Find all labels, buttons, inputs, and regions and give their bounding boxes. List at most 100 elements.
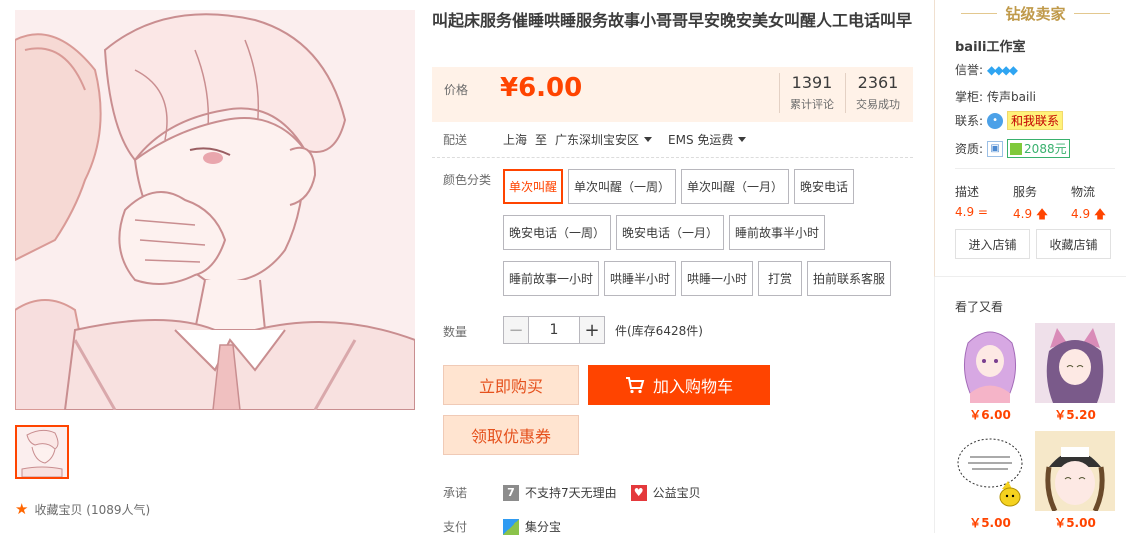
reviews-stat[interactable]: 1391 累计评论 — [779, 73, 845, 112]
sku-option[interactable]: 晚安电话 — [794, 169, 854, 204]
quantity-stepper: − 1 + 件(库存6428件) — [503, 316, 703, 344]
keeper-row: 掌柜: 传声baili — [955, 88, 1036, 105]
recommended-item-price: ￥5.00 — [969, 516, 1011, 530]
chevron-down-icon — [738, 137, 747, 142]
score-description: 描述 4.9 = — [955, 183, 988, 219]
divider — [955, 168, 1115, 169]
main-product-image[interactable] — [15, 10, 415, 410]
deposit-amount: 2088元 — [1024, 142, 1067, 156]
favorite-label: 收藏宝贝 (1089人气) — [34, 502, 151, 517]
reviews-label: 累计评论 — [790, 98, 834, 111]
equal-icon: = — [977, 205, 988, 219]
contact-row: 联系: • 和我联系 — [955, 111, 1064, 130]
decrease-button[interactable]: − — [503, 316, 529, 344]
score-label: 物流 — [1071, 185, 1096, 199]
qual-label: 资质: — [955, 142, 984, 156]
arrow-up-icon: 🡅 — [1093, 207, 1107, 221]
reviews-count: 1391 — [791, 73, 833, 92]
stock-text: 件(库存6428件) — [615, 323, 703, 338]
promise-row: 承诺 7 不支持7天无理由 ♥ 公益宝贝 — [443, 484, 701, 501]
favorite-shop-button[interactable]: 收藏店铺 — [1036, 229, 1111, 259]
promise-item[interactable]: 公益宝贝 — [653, 484, 701, 501]
jifenbao-icon — [503, 518, 519, 535]
cart-icon — [625, 377, 645, 394]
arrow-up-icon: 🡅 — [1035, 207, 1049, 221]
shipping-method-dropdown[interactable]: EMS 免运费 — [668, 131, 747, 148]
ship-to-word: 至 — [535, 133, 548, 147]
sku-option[interactable]: 拍前联系客服 — [807, 261, 891, 296]
score-logistics: 物流 4.9 🡅 — [1071, 183, 1106, 226]
promise-item[interactable]: 不支持7天无理由 — [525, 484, 617, 501]
diamond-icon: ◆◆◆◆ — [987, 62, 1018, 77]
increase-button[interactable]: + — [579, 316, 605, 344]
sku-option[interactable]: 单次叫醒 — [503, 169, 563, 204]
sku-label: 颜色分类 — [443, 173, 492, 187]
get-coupon-button[interactable]: 领取优惠券 — [443, 415, 579, 455]
recommended-item-price: ￥6.00 — [969, 408, 1011, 422]
shop-name[interactable]: baili工作室 — [955, 36, 1025, 55]
qualification-row: 资质: ▣ 2088元 — [955, 139, 1070, 158]
deposit-badge[interactable]: 2088元 — [1007, 139, 1070, 158]
credit-label: 信誉: — [955, 63, 984, 77]
divider — [432, 157, 913, 158]
ship-from: 上海 — [503, 133, 528, 147]
recommended-item-price: ￥5.00 — [1054, 516, 1096, 530]
seller-level: 钻级卖家 — [1005, 4, 1066, 23]
add-to-cart-label: 加入购物车 — [652, 377, 733, 396]
deals-label: 交易成功 — [856, 98, 900, 111]
contact-label: 联系: — [955, 114, 984, 128]
promise-label: 承诺 — [443, 486, 468, 500]
sku-option[interactable]: 单次叫醒（一月） — [681, 169, 789, 204]
score-value: 4.9 — [1071, 207, 1091, 221]
ship-to: 广东深圳宝安区 — [555, 133, 640, 147]
price-value: ¥6.00 — [500, 73, 583, 103]
quantity-label: 数量 — [443, 325, 468, 339]
sku-option[interactable]: 睡前故事半小时 — [729, 215, 825, 250]
also-viewed-title: 看了又看 — [955, 300, 1004, 314]
payment-label: 支付 — [443, 520, 468, 534]
score-value: 4.9 — [955, 205, 975, 219]
id-card-icon[interactable]: ▣ — [987, 140, 1004, 157]
seller-badge: 钻级卖家 — [945, 0, 1126, 26]
sku-option[interactable]: 打赏 — [758, 261, 802, 296]
recommended-item-image[interactable] — [950, 323, 1030, 403]
add-to-cart-button[interactable]: 加入购物车 — [588, 365, 770, 405]
charity-heart-icon: ♥ — [630, 484, 647, 501]
price-label: 价格 — [444, 83, 469, 97]
deposit-icon — [1010, 142, 1023, 155]
quantity-input[interactable]: 1 — [529, 316, 579, 344]
credit-row: 信誉: ◆◆◆◆ — [955, 61, 1018, 78]
recommended-item-image[interactable] — [1035, 323, 1115, 403]
ship-to-dropdown[interactable]: 广东深圳宝安区 — [555, 131, 653, 148]
recommended-item-image[interactable] — [950, 431, 1030, 511]
shipping-label: 配送 — [443, 133, 468, 147]
star-icon: ★ — [15, 500, 29, 518]
payment-item: 集分宝 — [525, 520, 562, 534]
shipping-method: EMS 免运费 — [668, 133, 734, 147]
seven-day-icon: 7 — [503, 484, 519, 501]
contact-button[interactable]: 和我联系 — [1007, 111, 1064, 130]
score-service: 服务 4.9 🡅 — [1013, 183, 1048, 226]
score-label: 描述 — [955, 185, 980, 199]
sku-option[interactable]: 哄睡一小时 — [681, 261, 753, 296]
sku-option[interactable]: 哄睡半小时 — [604, 261, 676, 296]
score-value: 4.9 — [1013, 207, 1033, 221]
payment-row: 支付 集分宝 — [443, 518, 561, 535]
price-box: 价格 ¥6.00 1391 累计评论 2361 交易成功 — [432, 67, 913, 122]
shipping-row: 配送 上海 至 广东深圳宝安区 EMS 免运费 — [443, 131, 913, 148]
thumbnail-image[interactable] — [15, 425, 69, 479]
sku-option[interactable]: 晚安电话（一周） — [503, 215, 611, 250]
sku-option[interactable]: 单次叫醒（一周） — [568, 169, 676, 204]
deals-count: 2361 — [857, 73, 899, 92]
sku-option[interactable]: 睡前故事一小时 — [503, 261, 599, 296]
favorite-item-link[interactable]: ★ 收藏宝贝 (1089人气) — [15, 500, 150, 518]
deals-stat: 2361 交易成功 — [845, 73, 911, 112]
keeper-name: 传声baili — [987, 90, 1037, 104]
buy-now-button[interactable]: 立即购买 — [443, 365, 579, 405]
recommended-item-image[interactable] — [1035, 431, 1115, 511]
sku-option[interactable]: 晚安电话（一月） — [616, 215, 724, 250]
product-title: 叫起床服务催睡哄睡服务故事小哥哥早安晚安美女叫醒人工电话叫早 — [432, 11, 913, 30]
enter-shop-button[interactable]: 进入店铺 — [955, 229, 1030, 259]
chevron-down-icon — [644, 137, 653, 142]
score-label: 服务 — [1013, 185, 1038, 199]
